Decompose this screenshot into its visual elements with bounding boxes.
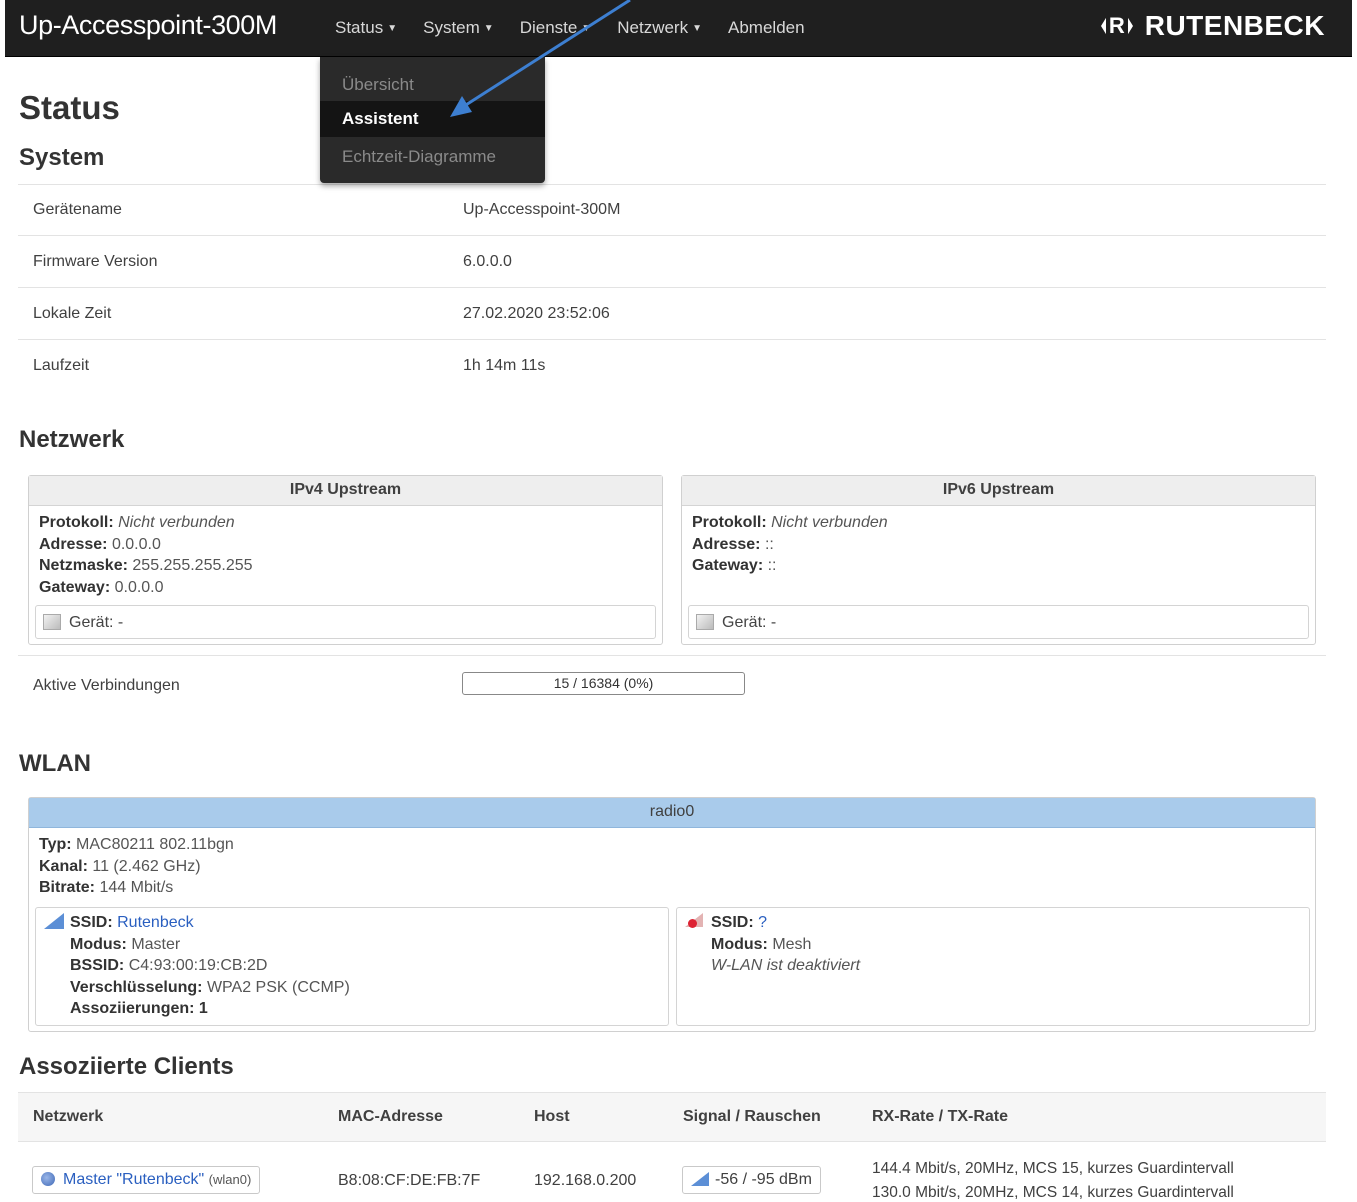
nav-abmelden[interactable]: Abmelden (728, 18, 805, 38)
client-host: 192.168.0.200 (534, 1172, 637, 1189)
col-signal: Signal / Rauschen (683, 1108, 821, 1125)
radio0-panel: radio0 Typ: MAC80211 802.11bgn Kanal: 11… (28, 797, 1316, 1032)
label-lokale-zeit: Lokale Zeit (33, 305, 112, 322)
annotation-arrow-icon (450, 0, 631, 117)
col-netzwerk: Netzwerk (33, 1108, 104, 1125)
network-device-icon (43, 614, 61, 630)
active-connections-progress: 15 / 16384 (0%) (462, 672, 745, 695)
network-device-icon (696, 614, 714, 630)
ipv4-device-box: Gerät: - (35, 605, 656, 639)
brand-title[interactable]: Up-Accesspoint-300M (19, 10, 277, 41)
value-geraetename: Up-Accesspoint-300M (463, 201, 621, 218)
dropdown-item-echtzeit-diagramme[interactable]: Echtzeit-Diagramme (342, 147, 496, 167)
top-navbar: Up-Accesspoint-300M Status ▼ System ▼ Dien… (5, 0, 1352, 57)
col-host: Host (534, 1108, 570, 1125)
label-laufzeit: Laufzeit (33, 357, 90, 374)
client-tx-rate: 130.0 Mbit/s, 20MHz, MCS 14, kurzes Guar… (872, 1184, 1234, 1201)
page-title: Status (19, 89, 120, 126)
label-aktive-verbindungen: Aktive Verbindungen (33, 677, 180, 694)
value-firmware: 6.0.0.0 (463, 253, 512, 270)
client-mac: B8:08:CF:DE:FB:7F (338, 1172, 481, 1189)
client-network-chip[interactable]: Master "Rutenbeck" (wlan0) (32, 1166, 261, 1194)
ipv4-upstream-panel: IPv4 Upstream Protokoll: Nicht verbunden… (28, 475, 663, 645)
globe-icon (41, 1172, 55, 1186)
system-heading: System (19, 144, 105, 171)
ipv6-upstream-panel: IPv6 Upstream Protokoll: Nicht verbunden… (681, 475, 1316, 645)
netzwerk-heading: Netzwerk (19, 426, 125, 453)
ssid-link-unknown[interactable]: ? (758, 914, 767, 931)
radio0-header: radio0 (29, 798, 1315, 828)
nav-status[interactable]: Status ▼ (335, 18, 397, 38)
chevron-down-icon: ▼ (387, 23, 398, 34)
wlan-heading: WLAN (19, 750, 91, 777)
value-lokale-zeit: 27.02.2020 23:52:06 (463, 305, 610, 322)
label-firmware: Firmware Version (33, 253, 158, 270)
client-signal-chip: -56 / -95 dBm (682, 1166, 821, 1194)
col-rate: RX-Rate / TX-Rate (872, 1108, 1009, 1125)
master-ssid-box: SSID: Rutenbeck Modus: Master BSSID: C4:… (35, 907, 669, 1026)
wifi-signal-icon (44, 913, 64, 929)
client-rx-rate: 144.4 Mbit/s, 20MHz, MCS 15, kurzes Guar… (872, 1160, 1234, 1177)
logo-mark-icon: R (1100, 13, 1133, 39)
mesh-ssid-box: SSID: ? Modus: Mesh W-LAN ist deaktivier… (676, 907, 1310, 1026)
chevron-down-icon: ▼ (692, 23, 703, 34)
col-mac: MAC-Adresse (338, 1108, 443, 1125)
wifi-disabled-icon (685, 913, 705, 929)
ipv6-device-box: Gerät: - (688, 605, 1309, 639)
dropdown-item-uebersicht[interactable]: Übersicht (342, 75, 414, 95)
clients-table-header (18, 1092, 1326, 1142)
wifi-signal-icon (691, 1172, 709, 1186)
rutenbeck-logo: R RUTENBECK (1100, 10, 1325, 42)
ipv6-header: IPv6 Upstream (682, 476, 1315, 506)
label-geraetename: Gerätename (33, 201, 122, 218)
ipv4-header: IPv4 Upstream (29, 476, 662, 506)
ssid-link-rutenbeck[interactable]: Rutenbeck (117, 914, 194, 931)
clients-heading: Assoziierte Clients (19, 1053, 234, 1080)
value-laufzeit: 1h 14m 11s (463, 357, 546, 374)
